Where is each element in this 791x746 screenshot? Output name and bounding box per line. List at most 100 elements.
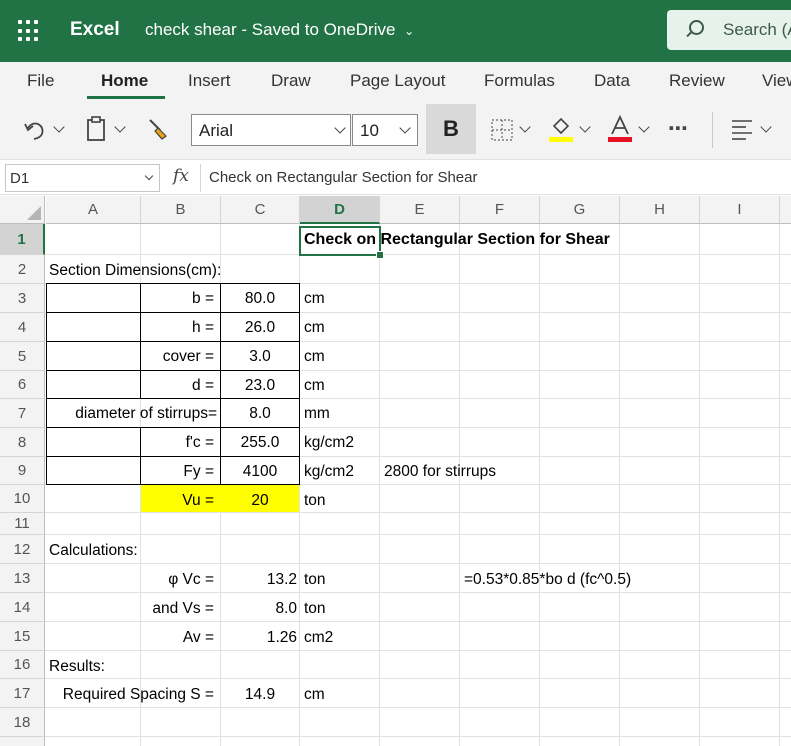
column-header-c[interactable]: C <box>221 196 300 224</box>
input-value[interactable]: 23.0 <box>221 377 299 395</box>
row-header-8[interactable]: 8 <box>0 428 45 457</box>
format-painter-icon[interactable] <box>146 116 170 142</box>
gridline <box>619 224 620 746</box>
row-header-15[interactable]: 15 <box>0 622 45 651</box>
undo-icon[interactable] <box>22 118 48 142</box>
row-header-4[interactable]: 4 <box>0 313 45 342</box>
row-header-12[interactable]: 12 <box>0 535 45 564</box>
app-name[interactable]: Excel <box>70 19 120 41</box>
font-size-select[interactable]: 10 <box>352 114 418 146</box>
more-options-icon[interactable]: ⋯ <box>668 116 688 141</box>
document-title[interactable]: check shear - Saved to OneDrive ⌄ <box>145 20 414 40</box>
select-all-button[interactable] <box>0 196 45 224</box>
input-value[interactable]: 80.0 <box>221 290 299 308</box>
formula-value: Check on Rectangular Section for Shear <box>209 169 478 186</box>
row-header-10[interactable]: 10 <box>0 485 45 513</box>
input-label: cover = <box>162 348 214 365</box>
save-status: Saved to OneDrive <box>251 20 396 39</box>
table-border <box>46 398 300 399</box>
input-unit: kg/cm2 <box>304 463 354 480</box>
results-label: Results: <box>49 658 105 675</box>
document-name: check shear <box>145 20 237 39</box>
bold-button[interactable]: B <box>426 104 476 154</box>
table-border <box>46 456 300 457</box>
gridline <box>45 534 791 535</box>
row-header-7[interactable]: 7 <box>0 399 45 428</box>
input-value[interactable]: 8.0 <box>221 405 299 423</box>
gridline <box>45 707 791 708</box>
table-border <box>46 283 47 485</box>
tab-formulas[interactable]: Formulas <box>484 71 555 91</box>
input-value[interactable]: 4100 <box>221 463 299 481</box>
borders-dropdown-icon[interactable] <box>519 121 531 133</box>
fill-color-icon[interactable] <box>548 114 574 144</box>
active-cell-selection[interactable] <box>299 226 384 259</box>
column-header-j[interactable] <box>780 196 791 224</box>
gridline <box>459 224 460 746</box>
input-value[interactable]: 3.0 <box>221 348 299 366</box>
row-header-9[interactable]: 9 <box>0 457 45 485</box>
tab-page-layout[interactable]: Page Layout <box>350 71 445 91</box>
spreadsheet-grid[interactable]: A B C D E F G H I 1 2 3 4 5 6 7 8 9 10 1… <box>0 196 791 746</box>
formula-input[interactable]: Check on Rectangular Section for Shear <box>200 164 791 192</box>
gridline <box>539 224 540 746</box>
tab-data[interactable]: Data <box>594 71 630 91</box>
input-label: Fy = <box>183 463 214 480</box>
tab-view[interactable]: View <box>762 71 791 91</box>
tab-review[interactable]: Review <box>669 71 725 91</box>
input-value[interactable]: 20 <box>221 492 299 510</box>
input-label: b = <box>192 290 214 307</box>
font-color-dropdown-icon[interactable] <box>638 121 650 133</box>
chevron-down-icon <box>334 122 346 134</box>
gridline <box>45 678 791 679</box>
input-unit: kg/cm2 <box>304 434 354 451</box>
column-header-i[interactable]: I <box>700 196 780 224</box>
input-value[interactable]: 26.0 <box>221 319 299 337</box>
column-header-h[interactable]: H <box>620 196 700 224</box>
font-name-select[interactable]: Arial <box>191 114 351 146</box>
borders-icon[interactable] <box>490 118 514 142</box>
chevron-down-icon <box>144 171 154 181</box>
column-header-f[interactable]: F <box>460 196 540 224</box>
result-value: 14.9 <box>244 686 276 703</box>
input-label: d = <box>192 377 214 394</box>
row-header-6[interactable]: 6 <box>0 371 45 399</box>
paste-icon[interactable] <box>86 116 108 142</box>
row-header-13[interactable]: 13 <box>0 564 45 593</box>
search-box[interactable]: Search (A <box>667 10 791 50</box>
column-header-a[interactable]: A <box>46 196 141 224</box>
tab-insert[interactable]: Insert <box>188 71 231 91</box>
input-value[interactable]: 255.0 <box>221 434 299 452</box>
row-header-11[interactable]: 11 <box>0 513 45 535</box>
app-launcher-icon[interactable] <box>18 20 40 42</box>
column-header-d[interactable]: D <box>300 196 380 224</box>
tab-home[interactable]: Home <box>101 71 148 91</box>
align-left-icon[interactable] <box>730 118 754 140</box>
font-color-icon[interactable] <box>607 114 633 144</box>
row-header-18[interactable]: 18 <box>0 708 45 737</box>
function-icon[interactable]: fx <box>173 166 189 186</box>
row-header-5[interactable]: 5 <box>0 342 45 371</box>
tab-file[interactable]: File <box>27 71 54 91</box>
column-header-b[interactable]: B <box>141 196 221 224</box>
stirrup-note: 2800 for stirrups <box>384 463 496 480</box>
row-header-2[interactable]: 2 <box>0 255 45 284</box>
align-dropdown-icon[interactable] <box>760 121 772 133</box>
table-border <box>46 370 300 371</box>
name-box[interactable]: D1 <box>5 164 160 192</box>
row-header-14[interactable]: 14 <box>0 593 45 622</box>
undo-dropdown-icon[interactable] <box>53 121 65 133</box>
column-header-g[interactable]: G <box>540 196 620 224</box>
row-header-3[interactable]: 3 <box>0 284 45 313</box>
row-header-1[interactable]: 1 <box>0 224 45 255</box>
table-border <box>46 312 300 313</box>
fill-color-dropdown-icon[interactable] <box>579 121 591 133</box>
column-header-e[interactable]: E <box>380 196 460 224</box>
row-header-16[interactable]: 16 <box>0 651 45 679</box>
tab-draw[interactable]: Draw <box>271 71 311 91</box>
row-header-17[interactable]: 17 <box>0 679 45 708</box>
calculations-label: Calculations: <box>49 542 138 559</box>
paste-dropdown-icon[interactable] <box>114 121 126 133</box>
font-size-value: 10 <box>360 121 379 140</box>
row-header-19[interactable] <box>0 737 45 746</box>
